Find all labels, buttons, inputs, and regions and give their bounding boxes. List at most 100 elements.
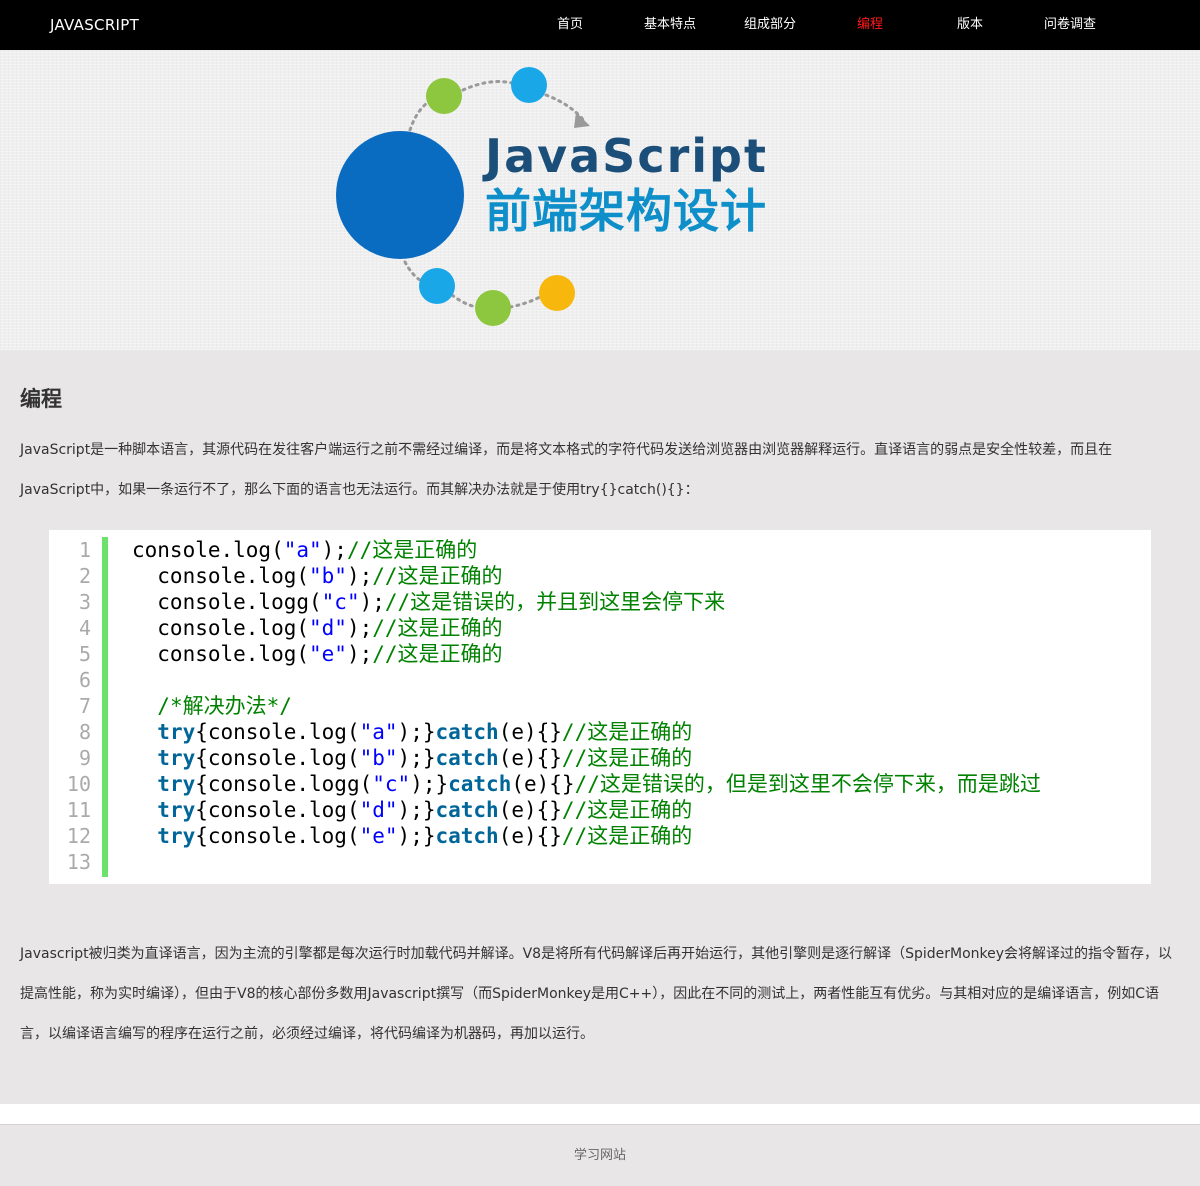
code-keyword: try xyxy=(157,772,196,796)
code-line: console.logg("c");//这是错误的，并且到这里会停下来 xyxy=(132,589,1041,615)
code-comment: //这是错误的，并且到这里会停下来 xyxy=(384,590,726,614)
code-string: "c" xyxy=(321,590,360,614)
nav-item-components[interactable]: 组成部分 xyxy=(720,0,820,50)
main-content: 编程 JavaScript是一种脚本语言，其源代码在发往客户端运行之前不需经过编… xyxy=(0,350,1200,1104)
code-string: "a" xyxy=(359,720,398,744)
intro-paragraph: JavaScript是一种脚本语言，其源代码在发往客户端运行之前不需经过编译，而… xyxy=(20,442,1113,498)
code-line: console.log("e");//这是正确的 xyxy=(132,641,1041,667)
line-number-gutter: 1 2 3 4 5 6 7 8 9 10 11 12 13 xyxy=(49,537,91,875)
code-text: {console.log( xyxy=(195,746,360,770)
code-comment: //这是正确的 xyxy=(372,564,503,588)
nav-item-programming[interactable]: 编程 xyxy=(820,0,920,50)
nav-item-survey[interactable]: 问卷调查 xyxy=(1020,0,1120,50)
code-string: "e" xyxy=(359,824,398,848)
page-footer: 学习网站 xyxy=(0,1124,1200,1186)
nav-item-features[interactable]: 基本特点 xyxy=(620,0,720,50)
code-line: console.log("d");//这是正确的 xyxy=(132,615,1041,641)
gutter-separator-bar xyxy=(102,537,108,877)
line-number: 13 xyxy=(66,850,91,874)
code-keyword: catch xyxy=(435,798,499,822)
code-comment: //这是正确的 xyxy=(346,538,478,562)
code-text: {console.log( xyxy=(195,824,360,848)
code-text: );} xyxy=(397,746,436,770)
code-comment: //这是正确的 xyxy=(561,824,693,848)
green-dot-bottom xyxy=(475,290,511,326)
code-string: "d" xyxy=(359,798,398,822)
code-text: ); xyxy=(346,564,373,588)
top-navbar: JAVASCRIPT 首页 基本特点 组成部分 编程 版本 问卷调查 xyxy=(0,0,1200,50)
code-text: console.logg( xyxy=(132,590,322,614)
code-line: try{console.log("b");}catch(e){}//这是正确的 xyxy=(132,745,1041,771)
green-dot-top xyxy=(426,78,462,114)
code-line: console.log("a");//这是正确的 xyxy=(132,537,1041,563)
arrow-head-icon xyxy=(574,112,590,128)
code-keyword: try xyxy=(157,746,196,770)
code-text: ); xyxy=(321,538,347,562)
code-line: try{console.log("a");}catch(e){}//这是正确的 xyxy=(132,719,1041,745)
line-number: 12 xyxy=(66,824,91,848)
footer-text: 学习网站 xyxy=(573,1148,626,1163)
code-text: ); xyxy=(359,590,385,614)
code-line: /*解决办法*/ xyxy=(132,693,1041,719)
code-line: console.log("b");//这是正确的 xyxy=(132,563,1041,589)
code-comment: //这是错误的，但是到这里不会停下来，而是跳过 xyxy=(574,772,1041,796)
code-keyword: catch xyxy=(435,746,499,770)
code-text: );} xyxy=(397,720,436,744)
line-number: 7 xyxy=(78,694,91,718)
line-number: 3 xyxy=(78,590,91,614)
code-line: try{console.log("e");}catch(e){}//这是正确的 xyxy=(132,823,1041,849)
code-keyword: catch xyxy=(448,772,512,796)
code-keyword: try xyxy=(157,720,196,744)
hero-banner: JavaScript 前端架构设计 xyxy=(0,50,1200,350)
nav-item-versions[interactable]: 版本 xyxy=(920,0,1020,50)
code-text: console.log( xyxy=(132,642,310,666)
code-block: 1 2 3 4 5 6 7 8 9 10 11 12 13 console.log("a");//这是正… xyxy=(49,530,1151,884)
code-string: "e" xyxy=(309,642,347,666)
code-text: );} xyxy=(410,772,449,796)
section-title: 编程 xyxy=(20,387,62,411)
code-comment: //这是正确的 xyxy=(561,798,693,822)
code-text: {console.log( xyxy=(195,798,360,822)
line-number: 11 xyxy=(66,798,91,822)
banner-title-en: JavaScript xyxy=(482,129,768,183)
code-string: "a" xyxy=(283,538,322,562)
code-text: );} xyxy=(397,824,436,848)
code-text: console.log( xyxy=(132,538,284,562)
code-text: (e){} xyxy=(498,720,562,744)
line-number: 10 xyxy=(66,772,91,796)
code-comment: /*解决办法*/ xyxy=(157,694,292,718)
code-text: console.log( xyxy=(132,564,310,588)
code-line: try{console.log("d");}catch(e){}//这是正确的 xyxy=(132,797,1041,823)
code-text: (e){} xyxy=(511,772,575,796)
nav-item-home[interactable]: 首页 xyxy=(520,0,620,50)
big-blue-circle xyxy=(336,131,464,259)
code-string: "d" xyxy=(309,616,347,640)
blue-dot-bottom xyxy=(419,268,455,304)
code-comment: //这是正确的 xyxy=(372,616,503,640)
yellow-dot-bottom xyxy=(539,275,575,311)
line-number: 9 xyxy=(78,746,91,770)
code-comment: //这是正确的 xyxy=(561,746,693,770)
line-number: 6 xyxy=(78,668,91,692)
code-comment: //这是正确的 xyxy=(372,642,503,666)
code-lines: console.log("a");//这是正确的 console.log("b"… xyxy=(132,537,1041,875)
line-number: 4 xyxy=(78,616,91,640)
code-string: "b" xyxy=(309,564,347,588)
code-text: (e){} xyxy=(498,824,562,848)
code-text: (e){} xyxy=(498,746,562,770)
code-keyword: try xyxy=(157,824,196,848)
code-text: (e){} xyxy=(498,798,562,822)
code-line: try{console.logg("c");}catch(e){}//这是错误的… xyxy=(132,771,1041,797)
code-keyword: try xyxy=(157,798,196,822)
code-text: console.log( xyxy=(132,616,310,640)
code-text: ); xyxy=(346,642,373,666)
brand-logo-text[interactable]: JAVASCRIPT xyxy=(50,0,139,50)
code-keyword: catch xyxy=(435,720,499,744)
line-number: 8 xyxy=(78,720,91,744)
banner-illustration: JavaScript 前端架构设计 xyxy=(336,67,768,326)
